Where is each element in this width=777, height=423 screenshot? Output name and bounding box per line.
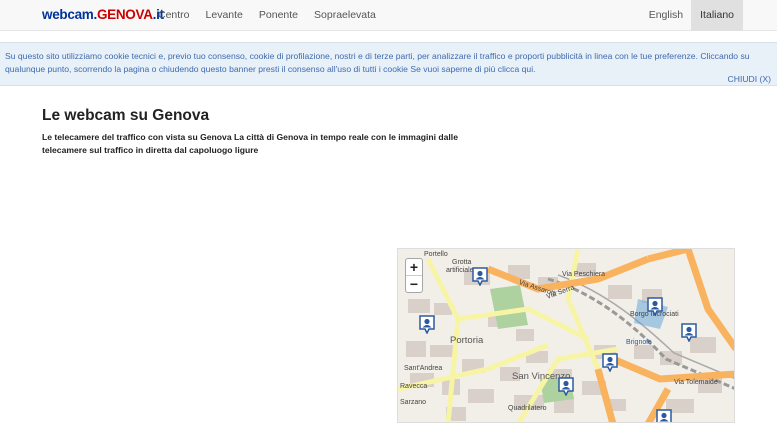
cookie-banner-text[interactable]: Su questo sito utilizziamo cookie tecnic… [5, 50, 750, 75]
webcam-marker-icon[interactable] [681, 323, 697, 342]
brand-part-genova: GENOVA [96, 7, 153, 22]
webcam-marker-icon[interactable] [419, 315, 435, 334]
language-italiano[interactable]: Italiano [691, 0, 743, 31]
language-english[interactable]: English [641, 0, 691, 31]
webcam-marker-icon[interactable] [647, 297, 663, 316]
map-label-portoria: Portoria [450, 335, 484, 346]
nav-item-levante[interactable]: Levante [198, 0, 251, 31]
map-zoom-control: + − [405, 258, 423, 293]
map-label-artificiale: artificiale [446, 267, 474, 274]
map-label-ravecca: Ravecca [400, 383, 428, 390]
nav-item-ponente[interactable]: Ponente [251, 0, 306, 31]
nav-item-centro[interactable]: Centro [150, 0, 198, 31]
map-zoom-in-button[interactable]: + [406, 259, 422, 276]
page-description: Le telecamere del traffico con vista su … [42, 132, 458, 155]
top-navbar: webcam.GENOVA.it Centro Levante Ponente … [0, 0, 777, 31]
webcam-marker-icon[interactable] [602, 353, 618, 372]
map-zoom-out-button[interactable]: − [406, 276, 422, 293]
nav-menu: Centro Levante Ponente Sopraelevata [150, 0, 384, 31]
map-label-sarzano: Sarzano [400, 399, 427, 406]
webcam-marker-icon[interactable] [656, 409, 672, 423]
site-logo[interactable]: webcam.GENOVA.it [42, 7, 164, 22]
cookie-close-button[interactable]: CHIUDI (X) [728, 74, 771, 84]
map-label-sant-andrea: Sant'Andrea [404, 365, 443, 372]
webcam-marker-icon[interactable] [558, 377, 574, 396]
map-label-via-peschiera: Via Peschiera [562, 271, 606, 278]
brand-part-webcam: webcam. [42, 7, 97, 22]
cookie-banner[interactable]: Su questo sito utilizziamo cookie tecnic… [0, 42, 777, 86]
webcam-marker-icon[interactable] [472, 267, 488, 286]
language-menu: English Italiano [641, 0, 743, 31]
nav-item-sopraelevata[interactable]: Sopraelevata [306, 0, 384, 31]
page-title: Le webcam su Genova [42, 107, 210, 124]
map-label-quadrilatero: Quadrilatero [508, 405, 547, 412]
map-label-brignole: Brignole [626, 339, 652, 346]
map-label-via-tolemaide: Via Tolemaide [674, 379, 718, 386]
webcam-map[interactable]: + − Portello Grotta artificiale Via Assa… [397, 248, 735, 423]
map-label-portello: Portello [424, 251, 448, 258]
map-label-grotta: Grotta [452, 259, 472, 266]
